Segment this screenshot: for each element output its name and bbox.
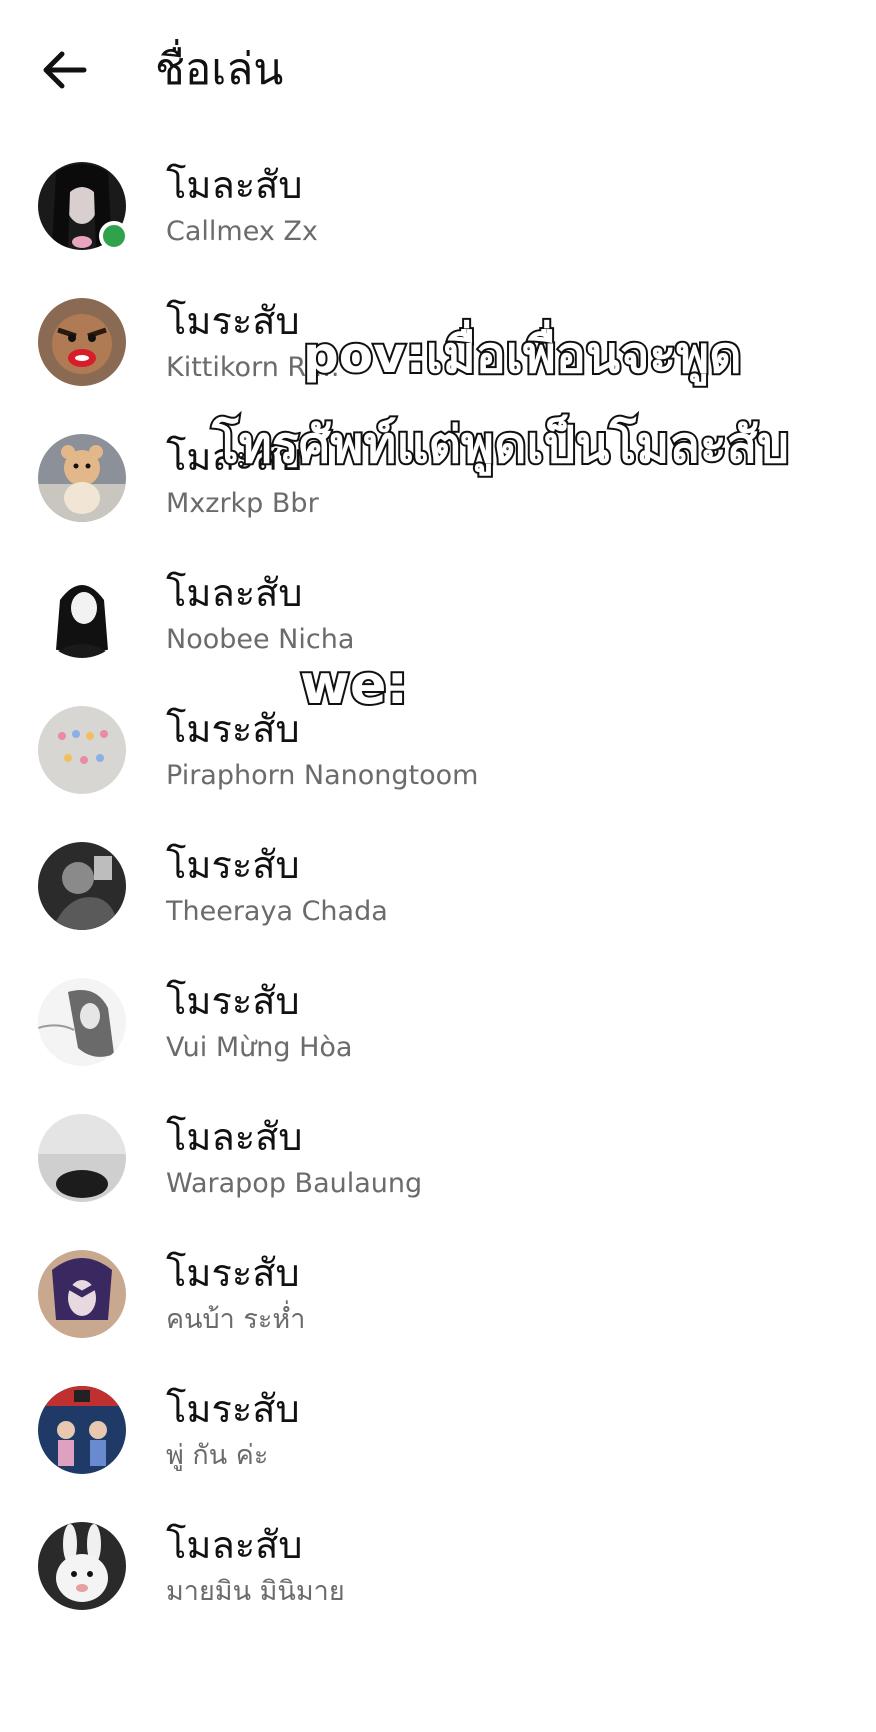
caption-we: we:: [298, 651, 410, 718]
nickname-label: โมระสับ: [166, 843, 300, 887]
avatar: [38, 298, 126, 386]
member-name: Mxzrkp Bbr: [166, 488, 319, 519]
avatar: [38, 1250, 126, 1338]
avatar: [38, 1522, 126, 1610]
member-name: มายมิน มินิมาย: [166, 1576, 345, 1607]
member-name: Warapop Baulaung: [166, 1168, 423, 1199]
member-row[interactable]: โมละสับ Callmex Zx: [0, 146, 876, 282]
avatar: [38, 842, 126, 930]
member-row[interactable]: โมละสับ Noobee Nicha: [0, 554, 876, 690]
member-row[interactable]: โมระสับ พู่ กัน ค่ะ: [0, 1370, 876, 1506]
caption-line-2: โทรศัพท์แต่พูดเป็นโมละสับ: [210, 414, 791, 476]
member-row[interactable]: โมระสับ คนบ้า ระห่ำ: [0, 1234, 876, 1370]
nickname-label: โมละสับ: [166, 571, 303, 615]
member-row[interactable]: โมละสับ มายมิน มินิมาย: [0, 1506, 876, 1642]
back-button[interactable]: [40, 42, 100, 102]
member-name: Callmex Zx: [166, 216, 318, 247]
header-bar: ชื่อเล่น: [0, 0, 876, 140]
member-row[interactable]: โมระสับ Piraphorn Nanongtoom: [0, 690, 876, 826]
avatar: [38, 570, 126, 658]
nickname-label: โมระสับ: [166, 1387, 300, 1431]
member-name: Vui Mừng Hòa: [166, 1032, 353, 1063]
member-name: Piraphorn Nanongtoom: [166, 760, 479, 791]
member-name: คนบ้า ระห่ำ: [166, 1304, 306, 1335]
nickname-label: โมละสับ: [166, 163, 303, 207]
avatar: [38, 706, 126, 794]
nickname-label: โมระสับ: [166, 979, 300, 1023]
member-name: พู่ กัน ค่ะ: [166, 1440, 269, 1471]
avatar: [38, 1386, 126, 1474]
member-name: Theeraya Chada: [166, 896, 388, 927]
arrow-left-icon: [43, 51, 87, 89]
avatar: [38, 1114, 126, 1202]
page-title: ชื่อเล่น: [155, 44, 284, 95]
nickname-label: โมระสับ: [166, 707, 300, 751]
online-status-dot: [99, 221, 129, 251]
nickname-label: โมระสับ: [166, 299, 300, 343]
avatar: [38, 978, 126, 1066]
member-row[interactable]: โมระสับ Vui Mừng Hòa: [0, 962, 876, 1098]
nickname-label: โมละสับ: [166, 1115, 303, 1159]
nickname-label: โมระสับ: [166, 1251, 300, 1295]
avatar: [38, 434, 126, 522]
member-row[interactable]: โมละสับ Warapop Baulaung: [0, 1098, 876, 1234]
nickname-label: โมละสับ: [166, 1523, 303, 1567]
member-row[interactable]: โมระสับ Theeraya Chada: [0, 826, 876, 962]
caption-line-1: pov:เมื่อเพื่อนจะพูด: [301, 324, 744, 386]
